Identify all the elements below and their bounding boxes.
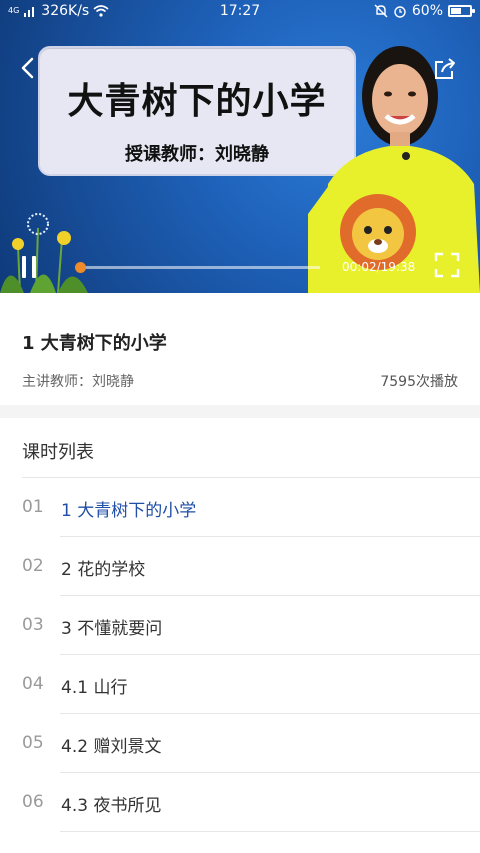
lesson-label: 4.3 夜书所见 <box>61 796 162 816</box>
lesson-number: 03 <box>22 615 44 635</box>
video-player[interactable]: 大青树下的小学 授课教师：刘晓静 00:02/19:38 <box>0 0 480 293</box>
lesson-list: 课时列表 01 1 大青树下的小学 02 2 花的学校 03 3 不懂就要问 0… <box>0 418 480 853</box>
lesson-list-item[interactable]: 06 4.3 夜书所见 <box>0 773 480 832</box>
pause-button[interactable] <box>22 256 40 278</box>
alarm-icon <box>394 6 406 18</box>
lesson-label: 4.1 山行 <box>61 678 128 698</box>
lesson-list-item[interactable]: 02 2 花的学校 <box>0 537 480 596</box>
back-icon[interactable] <box>16 56 40 80</box>
lesson-label: 2 花的学校 <box>61 560 146 580</box>
lesson-label: 4.2 赠刘景文 <box>61 737 162 757</box>
status-bar: 4G 326K/s 17:27 60% <box>0 0 480 24</box>
lesson-list-item[interactable]: 05 4.2 赠刘景文 <box>0 714 480 773</box>
play-count: 7595次播放 <box>380 374 458 390</box>
lesson-title: 1 大青树下的小学 <box>22 333 167 354</box>
lesson-list-item[interactable]: 04 4.1 山行 <box>0 655 480 714</box>
lesson-number: 04 <box>22 674 44 694</box>
lesson-teacher: 主讲教师：刘晓静 <box>22 374 134 390</box>
lesson-list-item[interactable]: 01 1 大青树下的小学 <box>0 478 480 537</box>
battery-percent: 60% <box>411 3 443 19</box>
lesson-label: 3 不懂就要问 <box>61 619 163 639</box>
lesson-number: 05 <box>22 733 44 753</box>
divider <box>60 831 480 832</box>
lesson-list-header: 课时列表 <box>22 442 94 463</box>
time-display: 00:02/19:38 <box>342 260 416 274</box>
lesson-number: 06 <box>22 792 44 812</box>
video-card-title: 大青树下的小学 <box>67 81 327 122</box>
lesson-info: 1 大青树下的小学 主讲教师：刘晓静 7595次播放 <box>0 293 480 405</box>
share-icon[interactable] <box>432 56 458 82</box>
progress-bar[interactable] <box>75 262 320 273</box>
lesson-label: 1 大青树下的小学 <box>61 501 197 521</box>
pause-icon-bar <box>32 256 36 278</box>
lesson-number: 02 <box>22 556 44 576</box>
lesson-list-item[interactable]: 03 3 不懂就要问 <box>0 596 480 655</box>
mute-bell-icon <box>374 4 388 18</box>
fullscreen-icon[interactable] <box>434 252 460 278</box>
video-card-subtitle: 授课教师：刘晓静 <box>125 144 269 165</box>
flower-decoration <box>0 213 88 293</box>
pause-icon-bar <box>22 256 26 278</box>
lesson-number: 01 <box>22 497 44 517</box>
battery-icon <box>448 5 475 17</box>
